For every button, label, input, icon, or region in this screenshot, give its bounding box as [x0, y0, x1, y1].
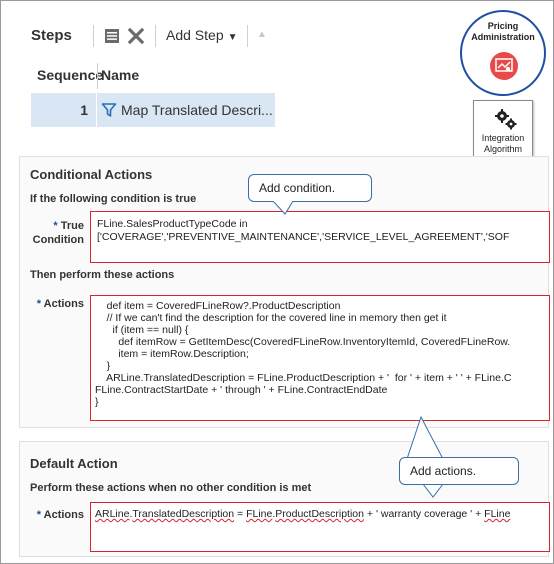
- condition-line: ['COVERAGE','PREVENTIVE_MAINTENANCE','SE…: [97, 231, 510, 243]
- conditional-actions-title: Conditional Actions: [30, 167, 153, 182]
- default-action-text: Perform these actions when no other cond…: [30, 482, 312, 494]
- callout-pointer: [406, 415, 444, 498]
- code-token: FLine: [246, 508, 273, 520]
- code-token: + ' warranty coverage ' +: [364, 508, 485, 520]
- default-action-title: Default Action: [30, 456, 118, 471]
- pricing-administration-badge: Pricing Administration: [460, 10, 546, 96]
- list-icon[interactable]: [101, 25, 123, 47]
- then-actions-text: Then perform these actions: [30, 269, 175, 281]
- column-divider[interactable]: [97, 63, 98, 89]
- callout-text: Add condition.: [259, 181, 336, 195]
- conditional-actions-input[interactable]: def item = CoveredFLineRow?.ProductDescr…: [90, 295, 550, 421]
- code-token: =: [234, 508, 247, 520]
- filter-icon: [101, 102, 117, 123]
- sequence-value: 1: [80, 102, 88, 118]
- callout-pointer: [273, 201, 294, 215]
- default-actions-label: * Actions: [36, 509, 84, 521]
- window-frame: Steps Add Step ▼ ▲ Sequence Name 1 Map T…: [0, 0, 554, 564]
- pricing-title: Pricing Administration: [471, 21, 535, 42]
- gears-icon: [494, 107, 518, 131]
- condition-line: FLine.SalesProductTypeCode in: [97, 218, 248, 230]
- add-step-button[interactable]: Add Step ▼: [166, 27, 238, 43]
- toolbar-separator: [155, 25, 156, 47]
- code-token: TranslatedDescription: [132, 508, 235, 520]
- table-row[interactable]: 1 Map Translated Descri...: [31, 93, 275, 127]
- steps-title: Steps: [31, 27, 72, 44]
- add-step-label: Add Step: [166, 27, 224, 43]
- code-token: FLine: [484, 508, 511, 520]
- move-up-icon[interactable]: ▲: [257, 29, 267, 40]
- steps-panel: Steps Add Step ▼ ▲ Sequence Name 1 Map T…: [19, 11, 281, 129]
- caret-down-icon: ▼: [227, 32, 238, 43]
- true-condition-label: * True Condition: [32, 220, 84, 246]
- toolbar-separator: [247, 25, 248, 47]
- add-condition-callout: Add condition.: [248, 174, 372, 202]
- true-condition-input[interactable]: FLine.SalesProductTypeCode in ['COVERAGE…: [90, 211, 550, 263]
- column-header-sequence[interactable]: Sequence: [37, 67, 103, 83]
- column-header-name[interactable]: Name: [101, 67, 139, 83]
- delete-icon[interactable]: [125, 25, 147, 47]
- step-name: Map Translated Descri...: [121, 102, 273, 118]
- pricing-chart-icon: [490, 52, 518, 80]
- integration-algorithm-badge: Integration Algorithm: [473, 100, 533, 160]
- integration-label: Integration Algorithm: [481, 133, 525, 154]
- code-token: ProductDescription: [275, 508, 364, 520]
- toolbar-separator: [93, 25, 94, 47]
- default-actions-input[interactable]: ARLine.TranslatedDescription = FLine.Pro…: [90, 502, 550, 552]
- sequence-cell: 1: [31, 93, 97, 127]
- callout-text: Add actions.: [410, 464, 477, 478]
- if-condition-text: If the following condition is true: [30, 193, 197, 205]
- actions-label: * Actions: [36, 298, 84, 310]
- code-token: ARLine: [95, 508, 130, 520]
- add-actions-callout: Add actions.: [399, 457, 519, 485]
